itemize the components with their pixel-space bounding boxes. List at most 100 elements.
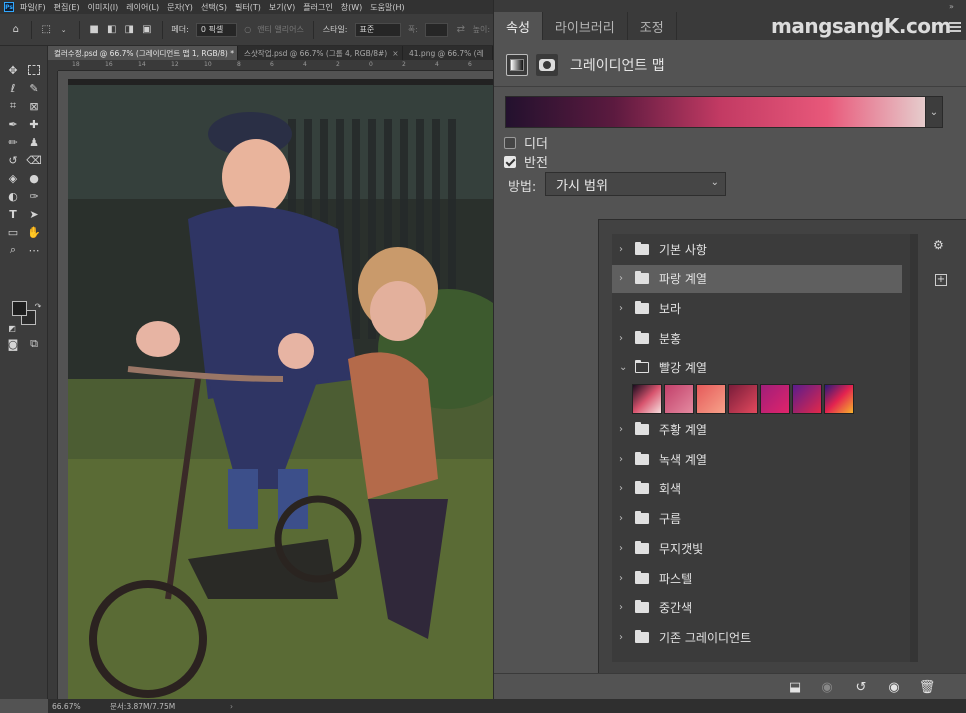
chevron-down-icon[interactable]: ⌄ — [619, 362, 631, 373]
status-arrow-icon[interactable]: › — [230, 702, 233, 711]
gradient-swatch[interactable] — [664, 383, 694, 414]
healing-tool-icon[interactable]: ✚ — [26, 116, 42, 132]
chevron-right-icon[interactable]: › — [619, 333, 631, 344]
home-icon[interactable]: ⌂ — [10, 23, 22, 37]
menu-select[interactable]: 선택(S) — [201, 2, 227, 13]
foreground-color-swatch[interactable] — [12, 301, 27, 316]
chevron-right-icon[interactable]: › — [619, 632, 631, 643]
zoom-tool-icon[interactable]: ⌕ — [5, 242, 21, 258]
doc-tab[interactable]: 스샷작업.psd @ 66.7% (그룹 4, RGB/8#) × — [238, 46, 403, 60]
path-select-tool-icon[interactable]: ➤ — [26, 206, 42, 222]
method-select[interactable]: 가시 범위 ⌄ — [545, 172, 726, 196]
blur-tool-icon[interactable]: ● — [26, 170, 42, 186]
chevron-right-icon[interactable]: › — [619, 513, 631, 524]
gradient-swatch[interactable] — [696, 383, 726, 414]
reset-icon[interactable]: ↺ — [852, 679, 870, 695]
gradient-group-row[interactable]: › 중간색 — [612, 594, 902, 622]
gradient-map-icon[interactable] — [506, 54, 528, 76]
clip-to-layer-icon[interactable]: ⬓ — [786, 679, 804, 695]
paint-bucket-tool-icon[interactable]: ◈ — [5, 170, 21, 186]
chevron-down-icon[interactable]: ⌄ — [58, 23, 70, 37]
type-tool-icon[interactable]: T — [5, 206, 21, 222]
gradient-group-row[interactable]: ⌄ 빨강 계열 — [612, 354, 902, 382]
gradient-swatch[interactable] — [632, 383, 662, 414]
subtract-selection-icon[interactable]: ◨ — [123, 23, 135, 37]
document-canvas[interactable] — [58, 71, 493, 699]
menu-window[interactable]: 창(W) — [341, 2, 363, 13]
close-icon[interactable]: × — [392, 49, 398, 58]
view-previous-state-icon[interactable]: ◉ — [818, 679, 836, 695]
chevron-right-icon[interactable]: › — [619, 303, 631, 314]
chevron-right-icon[interactable]: › — [619, 273, 631, 284]
screen-mode-icon[interactable]: ⧉ — [26, 336, 42, 352]
default-colors-icon[interactable]: ◩ — [4, 320, 20, 336]
menu-plugins[interactable]: 플러그인 — [303, 2, 332, 13]
move-tool-icon[interactable]: ✥ — [5, 62, 21, 78]
add-selection-icon[interactable]: ◧ — [106, 23, 118, 37]
menu-file[interactable]: 파일(F) — [20, 2, 46, 13]
scrollbar[interactable] — [910, 234, 918, 662]
menu-layer[interactable]: 레이어(L) — [126, 2, 159, 13]
eye-icon[interactable]: ◉ — [885, 679, 903, 695]
gradient-group-row[interactable]: › 파스텔 — [612, 564, 902, 592]
dither-checkbox[interactable] — [504, 136, 516, 149]
collapse-panel-icon[interactable]: » — [949, 2, 954, 11]
gradient-group-row[interactable]: › 기존 그레이디언트 — [612, 623, 902, 651]
eraser-tool-icon[interactable]: ⌫ — [26, 152, 42, 168]
eyedropper-tool-icon[interactable]: ✒ — [5, 116, 21, 132]
gradient-swatch[interactable] — [792, 383, 822, 414]
crop-tool-icon[interactable]: ⌗ — [5, 98, 21, 114]
dodge-tool-icon[interactable]: ◐ — [5, 188, 21, 204]
tab-adjustments[interactable]: 조정 — [628, 12, 677, 40]
lasso-tool-icon[interactable]: ℓ — [5, 80, 21, 96]
gear-icon[interactable]: ⚙ — [933, 238, 944, 252]
menu-filter[interactable]: 필터(T) — [235, 2, 261, 13]
zoom-level[interactable]: 66.67% — [52, 702, 110, 711]
gradient-preview-bar[interactable] — [505, 96, 935, 128]
menu-type[interactable]: 문자(Y) — [167, 2, 193, 13]
layer-mask-icon[interactable] — [536, 54, 558, 76]
marquee-preset-icon[interactable]: ⬚ — [40, 23, 52, 37]
gradient-group-row[interactable]: › 기본 사항 — [612, 235, 902, 263]
doc-tab[interactable]: 41.png @ 66.7% (레 — [403, 46, 493, 60]
reverse-checkbox[interactable] — [504, 155, 516, 168]
tab-properties[interactable]: 속성 — [494, 12, 543, 40]
chevron-right-icon[interactable]: › — [619, 602, 631, 613]
chevron-right-icon[interactable]: › — [619, 483, 631, 494]
menu-help[interactable]: 도움말(H) — [370, 2, 404, 13]
gradient-swatch[interactable] — [760, 383, 790, 414]
reverse-option[interactable]: 반전 — [504, 152, 548, 171]
menu-view[interactable]: 보기(V) — [269, 2, 295, 13]
chevron-right-icon[interactable]: › — [619, 454, 631, 465]
gradient-group-row[interactable]: › 무지갯빛 — [612, 534, 902, 562]
pen-tool-icon[interactable]: ✑ — [26, 188, 42, 204]
chevron-right-icon[interactable]: › — [619, 573, 631, 584]
rectangle-tool-icon[interactable]: ▭ — [5, 224, 21, 240]
doc-tab-active[interactable]: 컬러수정.psd @ 66.7% (그레이디언트 맵 1, RGB/8) * × — [48, 46, 238, 60]
quick-select-tool-icon[interactable]: ✎ — [26, 80, 42, 96]
tab-libraries[interactable]: 라이브러리 — [543, 12, 628, 40]
dither-option[interactable]: 디더 — [504, 133, 548, 152]
chevron-right-icon[interactable]: › — [619, 543, 631, 554]
gradient-group-row[interactable]: › 파랑 계열 — [612, 264, 902, 293]
feather-input[interactable]: 0 픽셀 — [195, 22, 238, 37]
stamp-tool-icon[interactable]: ♟ — [26, 134, 42, 150]
marquee-tool-icon[interactable] — [28, 65, 40, 75]
chevron-down-icon[interactable]: ⌄ — [925, 96, 943, 128]
brush-tool-icon[interactable]: ✏ — [5, 134, 21, 150]
gradient-group-row[interactable]: › 녹색 계열 — [612, 445, 902, 473]
quick-mask-icon[interactable]: ◙ — [5, 336, 21, 352]
style-select[interactable]: 표준 — [354, 22, 401, 37]
gradient-swatch[interactable] — [824, 383, 854, 414]
menu-edit[interactable]: 편집(E) — [54, 2, 80, 13]
frame-tool-icon[interactable]: ⊠ — [26, 98, 42, 114]
add-icon[interactable]: + — [935, 274, 947, 286]
trash-icon[interactable]: 🗑 — [918, 679, 936, 695]
intersect-selection-icon[interactable]: ▣ — [141, 23, 153, 37]
menu-image[interactable]: 이미지(I) — [88, 2, 119, 13]
gradient-group-row[interactable]: › 구름 — [612, 505, 902, 533]
chevron-right-icon[interactable]: › — [619, 424, 631, 435]
history-brush-tool-icon[interactable]: ↺ — [5, 152, 21, 168]
swap-colors-icon[interactable]: ↷ — [30, 298, 46, 314]
gradient-group-row[interactable]: › 보라 — [612, 294, 902, 322]
